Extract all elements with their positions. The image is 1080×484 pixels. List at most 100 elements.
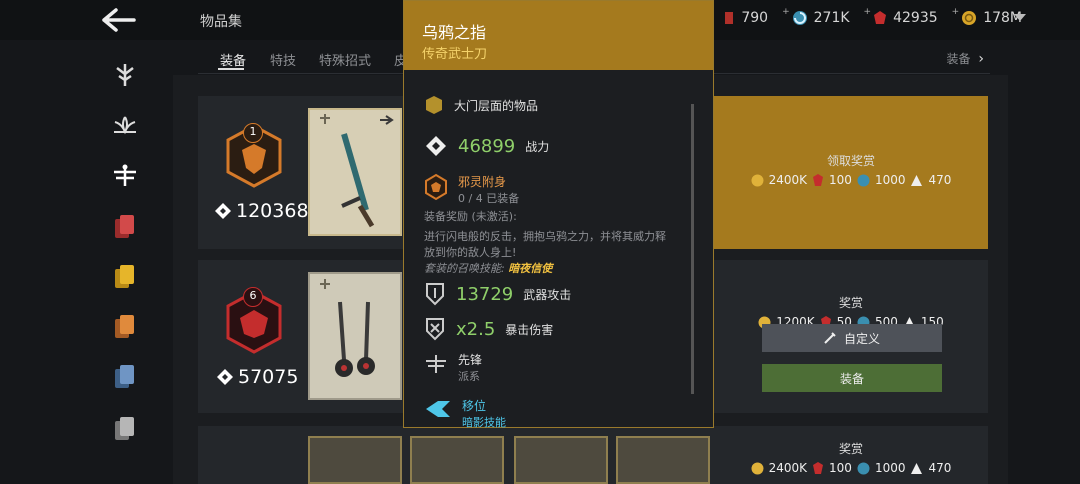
sidebar-item-dragonfly[interactable] <box>110 160 140 190</box>
equip-button[interactable]: 装备 <box>762 364 942 392</box>
summon-label: 套装的召唤技能: <box>424 262 505 275</box>
set-bonus-title: 装备奖励 (未激活): <box>424 210 517 223</box>
currency-token-value: 790 <box>741 10 769 26</box>
currency-spiral-value: 271K <box>813 10 850 26</box>
power-label: 战力 <box>525 139 550 154</box>
katana-icon <box>320 114 394 228</box>
set-bonus-desc-line1: 进行闪电般的反击，拥抱乌鸦之力，并将其威力释 <box>424 230 666 243</box>
grey-cards-icon <box>115 417 134 440</box>
reward-title: 奖赏 <box>838 442 863 456</box>
customize-label: 自定义 <box>843 331 880 346</box>
spiral-icon <box>857 174 870 186</box>
item-card-claws[interactable] <box>308 272 402 400</box>
ruby-icon <box>813 462 824 474</box>
set-power: 120368 <box>214 200 309 222</box>
tab-underline <box>218 68 244 70</box>
tab-equipment[interactable]: 装备 <box>220 50 246 69</box>
currency-token[interactable]: 790 <box>725 10 768 26</box>
power-diamond-icon <box>426 136 446 156</box>
spiral-icon <box>857 462 870 474</box>
item-card-katana[interactable] <box>308 108 402 236</box>
reward-spiral: 1000 <box>874 461 906 475</box>
item-name: 乌鸦之指 <box>422 23 487 42</box>
item-card[interactable] <box>308 436 402 484</box>
item-detail-panel[interactable]: 乌鸦之指 传奇武士刀 大门层面的物品 46899 战力 邪灵附身 0 / 4 已… <box>403 0 714 429</box>
gate-label: 大门层面的物品 <box>454 98 539 113</box>
orange-cards-icon <box>115 315 134 338</box>
brush-icon <box>824 332 836 344</box>
claw-weapon-icon <box>320 279 375 377</box>
currency-bar: 790 + 271K + 42935 + 178M <box>725 7 1022 26</box>
chevron-right-icon: › <box>978 51 984 67</box>
sidebar-item-lotus[interactable] <box>110 110 140 140</box>
attack-label: 武器攻击 <box>523 287 572 302</box>
set-row[interactable]: 奖赏 2400K 100 1000 470 <box>198 426 988 484</box>
sidebar-item-blue-cards[interactable] <box>110 362 140 392</box>
attack-value: 13729 <box>456 283 514 305</box>
set-power-value: 57075 <box>238 366 299 388</box>
set-emblem-icon <box>425 173 447 201</box>
reward-ruby: 100 <box>829 173 852 187</box>
app-root: 物品集 790 + 271K + 42935 + 178M 装备 特技 特殊招式… <box>0 0 1080 484</box>
currency-ruby[interactable]: + 42935 <box>864 7 938 26</box>
sidebar-item-red-cards[interactable] <box>110 212 140 242</box>
triangle-token-icon <box>911 462 923 474</box>
set-row: 邪灵附身 0 / 4 已装备 <box>424 173 519 206</box>
back-arrow-icon[interactable] <box>100 6 140 34</box>
sidebar-item-orange-cards[interactable] <box>110 312 140 342</box>
tab-special-moves[interactable]: 特殊招式 <box>319 50 371 69</box>
reward-token: 470 <box>928 461 952 475</box>
coin-icon <box>751 462 764 474</box>
sidebar-item-yellow-cards[interactable] <box>110 262 140 292</box>
currency-spiral[interactable]: + 271K <box>782 7 850 26</box>
blue-cards-icon <box>115 365 134 388</box>
set-bonus-block: 装备奖励 (未激活): 进行闪电般的反击，拥抱乌鸦之力，并将其威力释 放到你的敌… <box>424 209 699 277</box>
set-power: 57075 <box>216 366 298 388</box>
sidebar-item-grey-cards[interactable] <box>110 414 140 444</box>
lotus-icon <box>114 116 136 135</box>
power-diamond-icon <box>217 369 233 385</box>
faction-row: 先锋 派系 <box>424 351 482 384</box>
red-cards-icon <box>115 215 134 238</box>
crit-damage-row: x2.5 暴击伤害 <box>424 317 553 341</box>
gate-item-row: 大门层面的物品 <box>424 95 538 115</box>
ruby-icon <box>813 174 824 186</box>
token-icon <box>725 12 734 24</box>
set-level: 1 <box>249 125 257 138</box>
item-rarity: 传奇武士刀 <box>422 47 488 62</box>
panel-scrollbar[interactable] <box>691 104 694 394</box>
currency-coin[interactable]: + 178M <box>952 7 1022 26</box>
power-diamond-icon <box>215 203 231 219</box>
crit-value: x2.5 <box>456 318 496 340</box>
tabs-next-label: 装备 <box>946 52 971 66</box>
item-card[interactable] <box>616 436 710 484</box>
tabs-next[interactable]: 装备 › <box>947 50 984 67</box>
reward-ruby: 100 <box>829 461 852 475</box>
dragonfly-icon <box>114 164 136 186</box>
tree-emblem-icon <box>116 64 134 86</box>
faction-name: 先锋 <box>458 353 483 367</box>
ruby-icon <box>874 11 887 24</box>
faction-label: 派系 <box>458 370 480 383</box>
attack-shield-icon <box>426 283 444 306</box>
item-card[interactable] <box>514 436 608 484</box>
set-level: 6 <box>249 289 257 302</box>
crit-shield-icon <box>426 318 444 341</box>
set-count: 0 / 4 已装备 <box>458 192 520 205</box>
reward-spiral: 1000 <box>874 173 906 187</box>
sidebar-item-emblem[interactable] <box>110 60 140 90</box>
item-detail-header: 乌鸦之指 传奇武士刀 <box>404 1 713 70</box>
skill-label: 暗影技能 <box>462 416 506 429</box>
spiral-icon <box>792 11 807 25</box>
set-reward: 领取奖赏 2400K 100 1000 470 <box>716 152 986 187</box>
summon-name: 暗夜信使 <box>508 262 553 275</box>
reward-title: 领取奖赏 <box>826 154 875 168</box>
customize-button[interactable]: 自定义 <box>762 324 942 352</box>
chevron-down-icon[interactable] <box>1014 14 1026 21</box>
set-power-value: 120368 <box>236 200 309 222</box>
set-bonus-desc-line2: 放到你的敌人身上! <box>424 246 517 259</box>
yellow-cards-icon <box>115 265 134 288</box>
item-card[interactable] <box>410 436 504 484</box>
triangle-token-icon <box>911 174 923 186</box>
tab-perks[interactable]: 特技 <box>270 50 296 69</box>
